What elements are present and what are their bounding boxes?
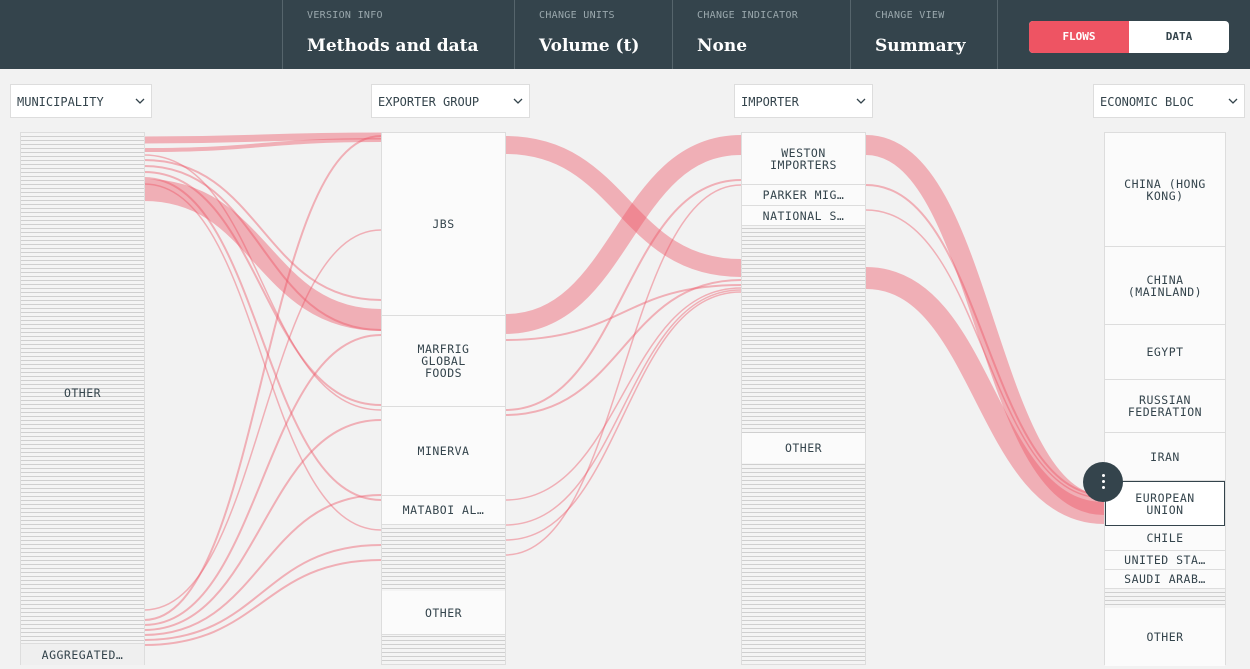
node-bloc-iran[interactable]: IRAN [1105,433,1225,481]
node-exporter-minerva[interactable]: MINERVA [382,407,505,496]
node-bloc-chile[interactable]: CHILE [1105,526,1225,551]
more-vertical-icon[interactable] [1083,462,1123,502]
node-bloc-russian-federation[interactable]: RUSSIAN FEDERATION [1105,380,1225,433]
node-municipality-aggregated[interactable]: AGGREGATED… [21,643,144,665]
flow-link[interactable] [143,544,382,641]
flow-link[interactable] [143,179,382,331]
flow-link[interactable] [143,171,382,406]
sankey-flows [143,132,1105,646]
flow-link[interactable] [143,177,382,501]
node-municipality-other[interactable]: OTHER [21,313,144,473]
node-bloc-china-hong-kong[interactable]: CHINA (HONG KONG) [1105,133,1225,247]
node-bloc-egypt[interactable]: EGYPT [1105,325,1225,380]
flow-link[interactable] [143,419,382,631]
node-bloc-china-mainland[interactable]: CHINA (MAINLAND) [1105,247,1225,325]
flow-link[interactable] [865,135,1105,515]
node-exporter-marfrig[interactable]: MARFRIG GLOBAL FOODS [382,316,505,407]
node-bloc-saudi-arabia[interactable]: SAUDI ARAB… [1105,570,1225,589]
flow-link[interactable] [865,184,1105,496]
node-importer-other[interactable]: OTHER [742,433,865,463]
node-bloc-other[interactable]: OTHER [1105,608,1225,666]
node-bloc-european-union[interactable]: EUROPEAN UNION [1105,481,1225,526]
node-exporter-mataboi[interactable]: MATABOI AL… [382,496,505,525]
node-importer-national[interactable]: NATIONAL S… [742,206,865,226]
node-exporter-jbs[interactable]: JBS [382,133,505,316]
node-importer-weston[interactable]: WESTON IMPORTERS [742,133,865,185]
node-exporter-other[interactable]: OTHER [382,591,505,635]
importer-column: WESTON IMPORTERS PARKER MIG… NATIONAL S…… [741,132,866,665]
flow-link[interactable] [143,229,382,611]
flow-link[interactable] [865,209,1105,499]
flow-link[interactable] [504,291,742,541]
municipality-column: OTHER AGGREGATED… [20,132,145,665]
exporter-group-column: JBS MARFRIG GLOBAL FOODS MINERVA MATABOI… [381,132,506,665]
node-bloc-united-states[interactable]: UNITED STA… [1105,551,1225,570]
node-importer-parker[interactable]: PARKER MIG… [742,185,865,206]
economic-bloc-column: CHINA (HONG KONG) CHINA (MAINLAND) EGYPT… [1104,132,1226,666]
